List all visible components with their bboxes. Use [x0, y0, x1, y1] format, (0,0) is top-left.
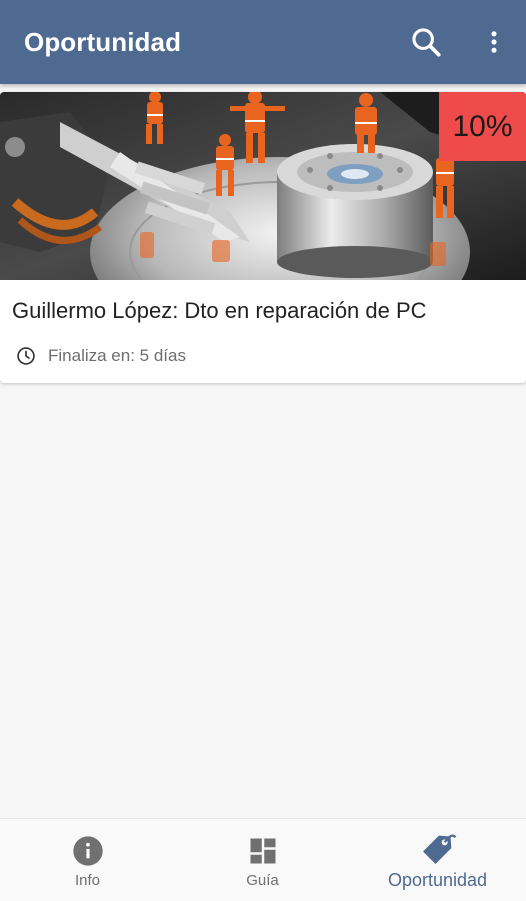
clock-icon — [16, 346, 36, 366]
app-bar: Oportunidad — [0, 0, 526, 84]
nav-label-oportunidad: Oportunidad — [387, 870, 488, 890]
offer-card[interactable]: 10% — [0, 92, 526, 383]
nav-label-info: Info — [74, 872, 101, 889]
info-icon — [72, 835, 104, 867]
overflow-menu-button[interactable] — [474, 22, 514, 62]
offer-expiry: Finaliza en: 5 días — [16, 344, 186, 368]
page-title: Oportunidad — [24, 27, 182, 57]
nav-item-info[interactable]: Info — [0, 819, 175, 901]
discount-badge: 10% — [439, 92, 526, 161]
more-vert-icon — [491, 31, 497, 53]
search-button[interactable] — [406, 22, 446, 62]
bottom-navigation: Info Guía Oportunidad — [0, 818, 526, 901]
offer-expiry-label: Finaliza en: 5 días — [48, 346, 186, 365]
offer-title: Guillermo López: Dto en reparación de PC — [12, 298, 427, 323]
nav-label-guia: Guía — [246, 872, 279, 889]
search-icon — [412, 28, 441, 57]
tag-icon — [418, 829, 458, 869]
dashboard-icon — [247, 835, 279, 867]
nav-item-guia[interactable]: Guía — [175, 819, 350, 901]
nav-item-oportunidad[interactable]: Oportunidad — [350, 819, 525, 901]
